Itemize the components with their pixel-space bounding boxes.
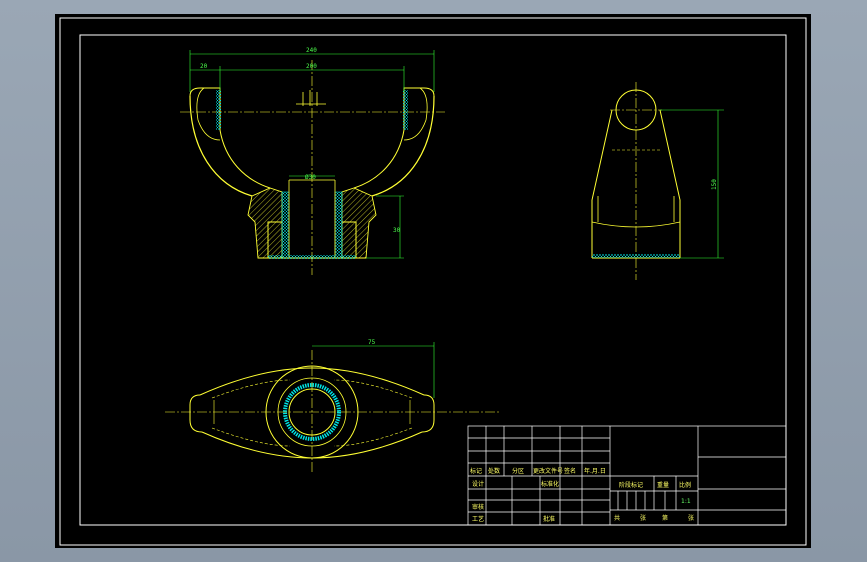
dim-hub-height: 30: [393, 227, 401, 234]
tb-sheet-no: 第: [662, 514, 668, 522]
tb-rev-header-0: 标记: [470, 467, 482, 475]
tb-sheet-unit: 张: [688, 514, 694, 522]
drawing-sheet: 240 200 20 Ø30 30 150 75 标记 处数 分区 更改文件号 …: [55, 14, 811, 548]
tb-rev-header-5: 年.月.日: [584, 467, 606, 475]
tb-rev-header-3: 更改文件号: [533, 467, 563, 475]
cad-viewport[interactable]: 240 200 20 Ø30 30 150 75 标记 处数 分区 更改文件号 …: [0, 0, 867, 562]
tb-rev-header-4: 签名: [564, 467, 576, 475]
tb-standardize: 标准化: [541, 480, 559, 488]
tb-scale: 比例: [679, 481, 691, 489]
dim-side-height: 150: [711, 179, 718, 190]
dim-overall-width: 240: [306, 47, 317, 54]
tb-weight: 重量: [657, 481, 669, 489]
tb-process: 工艺: [472, 515, 484, 523]
sheet-background: [55, 14, 811, 548]
dim-plan-length: 75: [368, 339, 376, 346]
tb-rev-header-2: 分区: [512, 467, 524, 475]
tb-review: 审核: [472, 503, 484, 511]
tb-sheets-total: 共: [614, 514, 620, 522]
dim-bore: Ø30: [305, 174, 316, 181]
tb-approve: 批准: [543, 515, 555, 523]
tb-rev-header-1: 处数: [488, 467, 500, 475]
dim-wall: 20: [200, 63, 208, 70]
tb-design: 设计: [472, 480, 484, 488]
tb-stage-mark: 阶段标记: [619, 481, 643, 489]
tb-scale-value: 1:1: [681, 498, 691, 505]
tb-sheets-unit: 张: [640, 514, 646, 522]
dim-inner-width: 200: [306, 63, 317, 70]
